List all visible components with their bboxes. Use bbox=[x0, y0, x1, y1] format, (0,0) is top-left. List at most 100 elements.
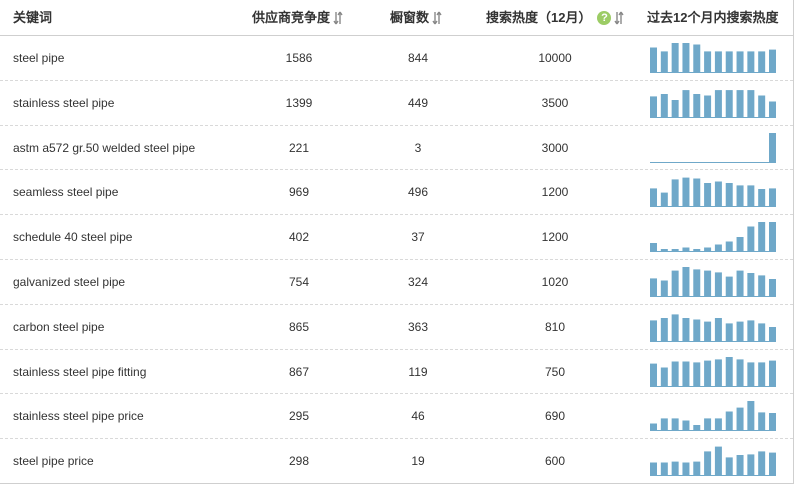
showcase-count-cell: 119 bbox=[408, 364, 428, 379]
keyword-cell[interactable]: galvanized steel pipe bbox=[13, 260, 125, 304]
showcase-count-cell: 3 bbox=[414, 140, 422, 155]
trend-bar bbox=[660, 418, 668, 432]
keyword-cell[interactable]: schedule 40 steel pipe bbox=[13, 215, 132, 259]
search-heat-cell: 1020 bbox=[541, 275, 569, 289]
showcase-count-cell: 37 bbox=[411, 230, 425, 245]
trend-bar bbox=[671, 418, 679, 432]
table-row[interactable]: seamless steel pipe 969 496 1200 bbox=[0, 170, 793, 216]
keyword-cell[interactable]: seamless steel pipe bbox=[13, 170, 118, 214]
trend-bar bbox=[714, 358, 722, 387]
table-row[interactable]: astm a572 gr.50 welded steel pipe 221 3 300… bbox=[0, 126, 793, 171]
trend-bar bbox=[704, 360, 712, 387]
search-heat-cell: 750 bbox=[544, 364, 566, 379]
supplier-competition-cell: 969 bbox=[288, 185, 310, 200]
trend-sparkline bbox=[650, 222, 776, 253]
trend-bar bbox=[714, 418, 722, 432]
trend-bar bbox=[671, 179, 679, 208]
keyword-cell[interactable]: steel pipe price bbox=[13, 439, 94, 483]
trend-bar bbox=[758, 95, 766, 118]
trend-bar bbox=[725, 183, 733, 208]
table-row[interactable]: carbon steel pipe 865 363 810 bbox=[0, 305, 793, 350]
trend-bar bbox=[671, 314, 679, 342]
trend-bar bbox=[747, 226, 755, 253]
trend-bar bbox=[758, 275, 766, 297]
supplier-competition-cell: 1399 bbox=[285, 95, 313, 110]
table-row[interactable]: stainless steel pipe price 295 46 690 bbox=[0, 394, 793, 440]
trend-bar bbox=[714, 317, 722, 342]
trend-bar bbox=[714, 89, 722, 118]
trend-bar bbox=[714, 181, 722, 208]
showcase-count-cell: 324 bbox=[407, 275, 429, 289]
trend-bar bbox=[693, 44, 701, 73]
trend-bar bbox=[714, 244, 722, 253]
trend-bar bbox=[725, 356, 733, 387]
trend-bar bbox=[725, 411, 733, 432]
trend-bar bbox=[725, 323, 733, 342]
trend-bar bbox=[758, 323, 766, 342]
keyword-cell[interactable]: stainless steel pipe price bbox=[13, 394, 144, 438]
table-row[interactable]: steel pipe 1586 844 10000 bbox=[0, 36, 793, 81]
trend-bar bbox=[769, 413, 776, 432]
trend-bar bbox=[714, 51, 722, 73]
trend-bar bbox=[704, 183, 712, 208]
sort-icon[interactable] bbox=[432, 11, 442, 25]
trend-bar bbox=[704, 270, 712, 297]
table-row[interactable]: schedule 40 steel pipe 402 37 1200 bbox=[0, 215, 793, 260]
search-heat-cell: 600 bbox=[544, 454, 566, 469]
trend-sparkline bbox=[650, 446, 776, 477]
trend-bar bbox=[769, 49, 776, 73]
search-heat-cell: 3500 bbox=[541, 95, 569, 110]
header-showcase[interactable]: 橱窗数 bbox=[390, 0, 442, 35]
keyword-cell[interactable]: steel pipe bbox=[13, 36, 64, 80]
trend-bar bbox=[650, 188, 657, 208]
header-search-heat[interactable]: 搜索热度（12月）? bbox=[486, 0, 625, 35]
showcase-count-cell: 496 bbox=[407, 185, 429, 200]
trend-bar bbox=[682, 420, 690, 432]
trend-bar bbox=[660, 462, 668, 477]
trend-bar bbox=[660, 367, 668, 387]
trend-sparkline bbox=[650, 267, 776, 297]
showcase-count-cell: 363 bbox=[407, 319, 429, 334]
table-row[interactable]: galvanized steel pipe 754 324 1020 bbox=[0, 260, 793, 305]
table-row[interactable]: stainless steel pipe fitting 867 119 750 bbox=[0, 350, 793, 395]
trend-bar bbox=[650, 278, 657, 297]
trend-bar bbox=[693, 361, 701, 387]
keyword-cell[interactable]: carbon steel pipe bbox=[13, 305, 104, 349]
supplier-competition-cell: 221 bbox=[288, 140, 310, 155]
trend-bar bbox=[704, 321, 712, 342]
header-supplier-competition[interactable]: 供应商竞争度 bbox=[252, 0, 343, 35]
trend-bar bbox=[650, 243, 657, 253]
supplier-competition-cell: 865 bbox=[288, 319, 310, 334]
trend-bar bbox=[758, 451, 766, 477]
trend-sparkline bbox=[650, 356, 776, 387]
trend-bar bbox=[758, 361, 766, 387]
trend-bar bbox=[671, 249, 679, 253]
table-row[interactable]: steel pipe price 298 19 600 bbox=[0, 439, 793, 484]
trend-bar bbox=[682, 361, 690, 387]
supplier-competition-cell: 1586 bbox=[285, 51, 313, 65]
trend-bar bbox=[693, 269, 701, 297]
sort-icon[interactable] bbox=[614, 11, 625, 25]
help-icon[interactable]: ? bbox=[597, 10, 612, 25]
keyword-cell[interactable]: stainless steel pipe bbox=[13, 81, 114, 125]
search-heat-cell: 1200 bbox=[541, 230, 569, 245]
trend-bar bbox=[747, 454, 755, 477]
trend-bar bbox=[758, 51, 766, 73]
sort-icon[interactable] bbox=[333, 11, 343, 25]
trend-bar bbox=[660, 93, 668, 118]
trend-bar bbox=[693, 461, 701, 477]
trend-bar bbox=[747, 273, 755, 297]
trend-bar bbox=[747, 89, 755, 118]
keyword-cell[interactable]: astm a572 gr.50 welded steel pipe bbox=[13, 126, 195, 170]
table-border-bottom bbox=[0, 483, 794, 484]
trend-bar bbox=[650, 363, 657, 387]
trend-bar bbox=[693, 93, 701, 118]
trend-bar bbox=[682, 177, 690, 208]
trend-bar bbox=[682, 462, 690, 477]
trend-bar bbox=[725, 241, 733, 253]
search-heat-cell: 10000 bbox=[538, 51, 572, 65]
trend-bar bbox=[671, 461, 679, 477]
table-row[interactable]: stainless steel pipe 1399 449 3500 bbox=[0, 81, 793, 126]
keyword-cell[interactable]: stainless steel pipe fitting bbox=[13, 350, 146, 394]
trend-bar bbox=[725, 276, 733, 297]
